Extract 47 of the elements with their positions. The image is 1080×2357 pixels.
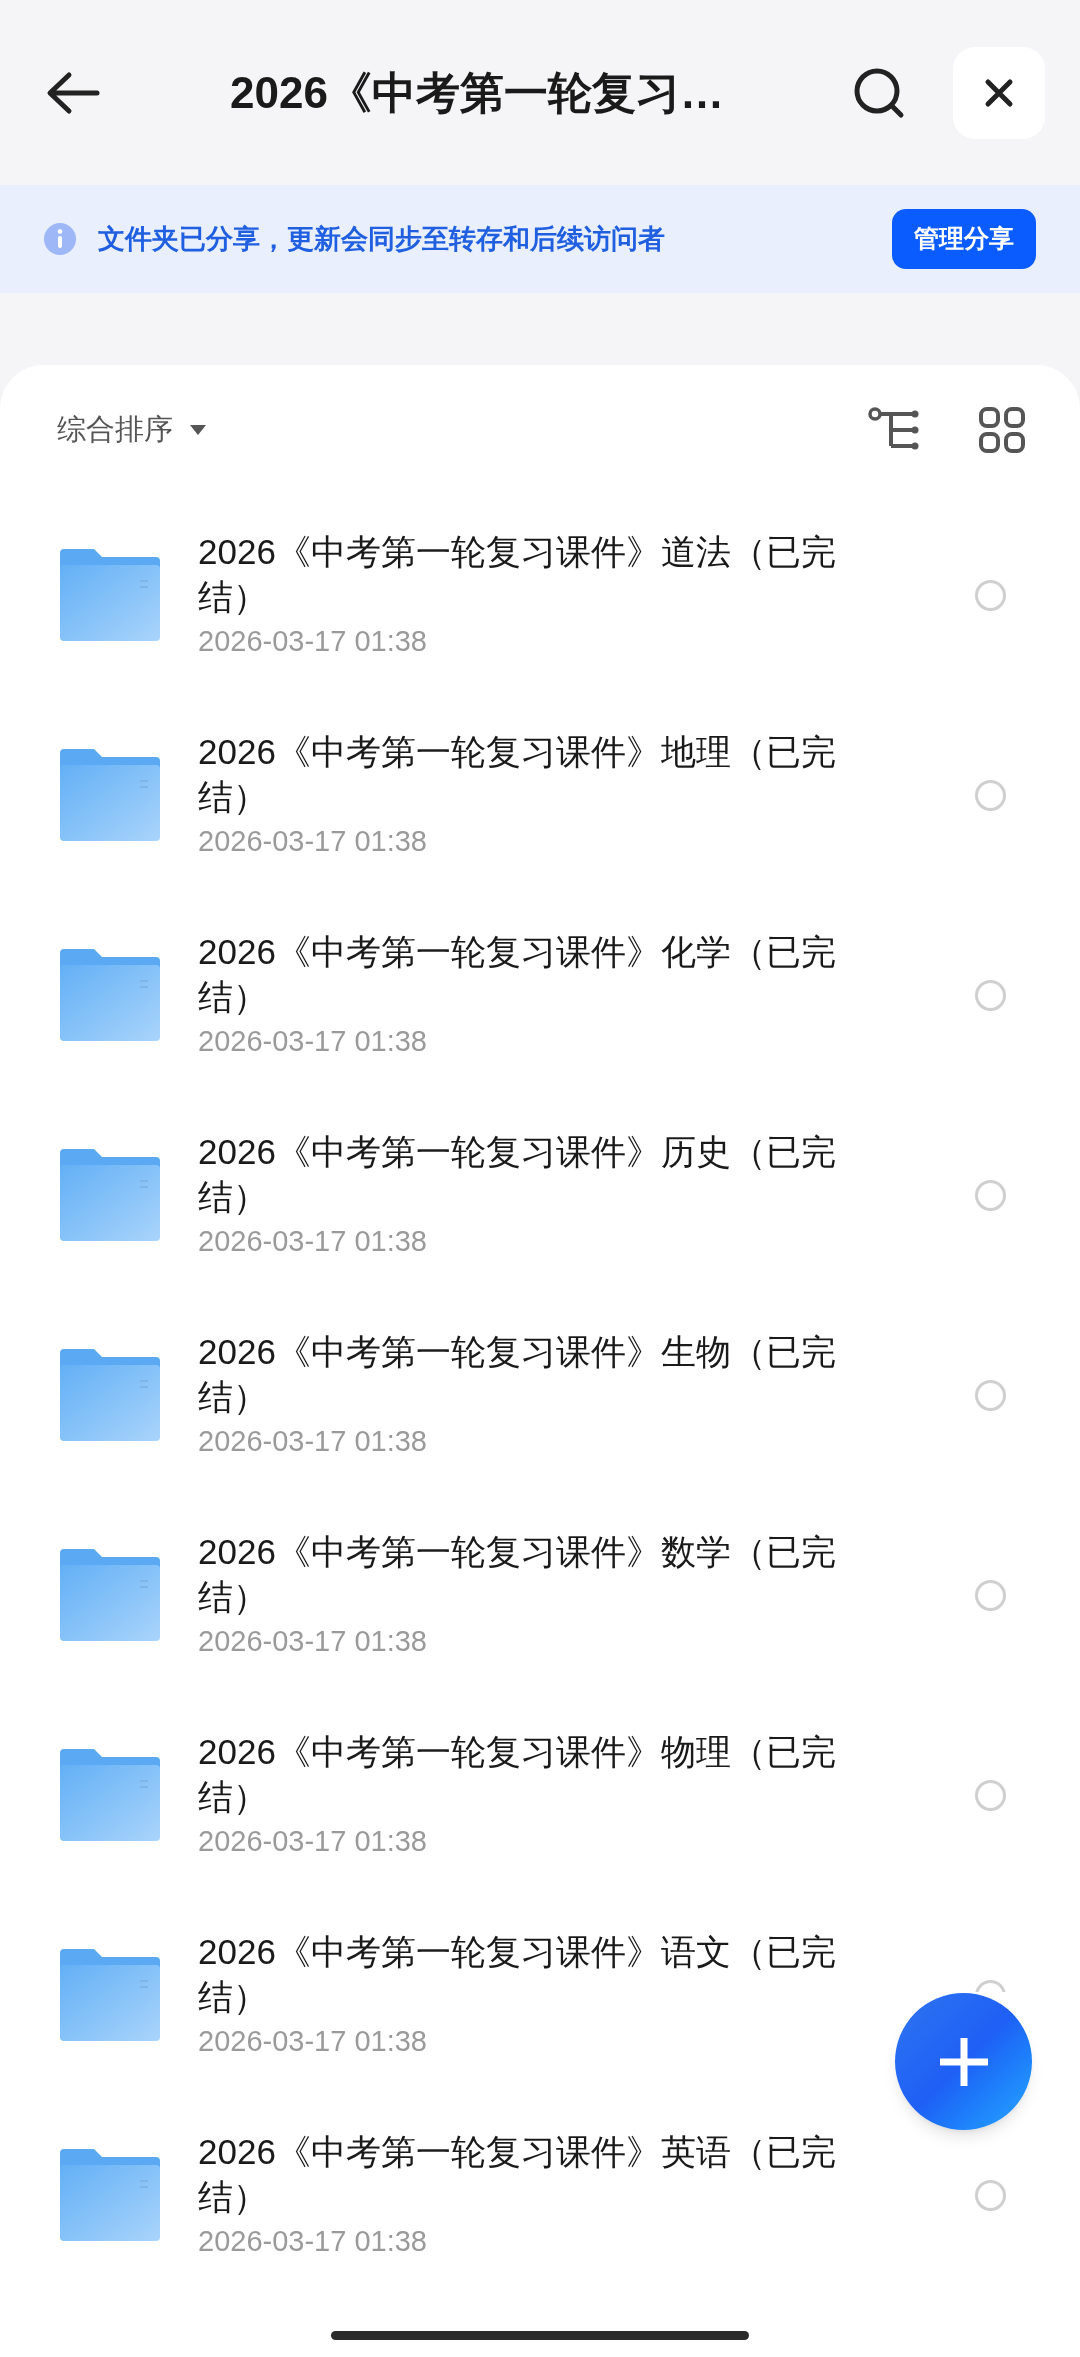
folder-icon bbox=[60, 1749, 160, 1841]
folder-date: 2026-03-17 01:38 bbox=[198, 2224, 428, 2259]
folder-date: 2026-03-17 01:38 bbox=[198, 1424, 428, 1459]
folder-icon bbox=[60, 1349, 160, 1441]
select-radio[interactable] bbox=[975, 579, 1006, 611]
folder-date: 2026-03-17 01:38 bbox=[198, 824, 428, 859]
select-radio[interactable] bbox=[975, 1179, 1006, 1211]
page-title: 2026《中考第一轮复习… bbox=[230, 66, 724, 119]
info-icon bbox=[44, 223, 76, 255]
manage-share-button[interactable]: 管理分享 bbox=[892, 209, 1036, 269]
close-button[interactable] bbox=[953, 46, 1045, 139]
share-message: 文件夹已分享，更新会同步至转存和后续访问者 bbox=[98, 222, 666, 256]
folder-date: 2026-03-17 01:38 bbox=[198, 2024, 428, 2059]
folder-name: 2026《中考第一轮复习课件》数学（已完结） bbox=[198, 1531, 837, 1618]
folder-name: 2026《中考第一轮复习课件》历史（已完结） bbox=[198, 1131, 837, 1218]
select-radio[interactable] bbox=[975, 1779, 1006, 1811]
sort-dropdown[interactable]: 综合排序 bbox=[57, 408, 207, 452]
folder-date: 2026-03-17 01:38 bbox=[198, 1024, 428, 1059]
search-icon[interactable] bbox=[853, 66, 905, 119]
back-icon[interactable] bbox=[45, 70, 101, 115]
folder-date: 2026-03-17 01:38 bbox=[198, 1224, 428, 1259]
folder-name: 2026《中考第一轮复习课件》化学（已完结） bbox=[198, 931, 837, 1018]
folder-name: 2026《中考第一轮复习课件》物理（已完结） bbox=[198, 1731, 837, 1818]
plus-icon bbox=[937, 2035, 990, 2088]
folder-icon bbox=[60, 949, 160, 1041]
grid-view-icon[interactable] bbox=[979, 407, 1025, 453]
select-radio[interactable] bbox=[975, 1579, 1006, 1611]
select-radio[interactable] bbox=[975, 979, 1006, 1011]
folder-icon bbox=[60, 749, 160, 841]
folder-icon bbox=[60, 1149, 160, 1241]
folder-icon bbox=[60, 1949, 160, 2041]
select-radio[interactable] bbox=[975, 2179, 1006, 2211]
folder-icon bbox=[60, 2149, 160, 2241]
folder-name: 2026《中考第一轮复习课件》生物（已完结） bbox=[198, 1331, 837, 1418]
folder-name: 2026《中考第一轮复习课件》道法（已完结） bbox=[198, 531, 837, 618]
folder-name: 2026《中考第一轮复习课件》地理（已完结） bbox=[198, 731, 837, 818]
folder-name: 2026《中考第一轮复习课件》语文（已完结） bbox=[198, 1931, 837, 2018]
close-icon bbox=[984, 77, 1014, 108]
folder-date: 2026-03-17 01:38 bbox=[198, 624, 428, 659]
caret-icon bbox=[189, 424, 207, 436]
folder-date: 2026-03-17 01:38 bbox=[198, 1624, 428, 1659]
folder-icon bbox=[60, 549, 160, 641]
folder-name: 2026《中考第一轮复习课件》英语（已完结） bbox=[198, 2131, 837, 2218]
select-radio[interactable] bbox=[975, 779, 1006, 811]
folder-date: 2026-03-17 01:38 bbox=[198, 1824, 428, 1859]
folder-icon bbox=[60, 1549, 160, 1641]
select-radio[interactable] bbox=[975, 1379, 1006, 1411]
